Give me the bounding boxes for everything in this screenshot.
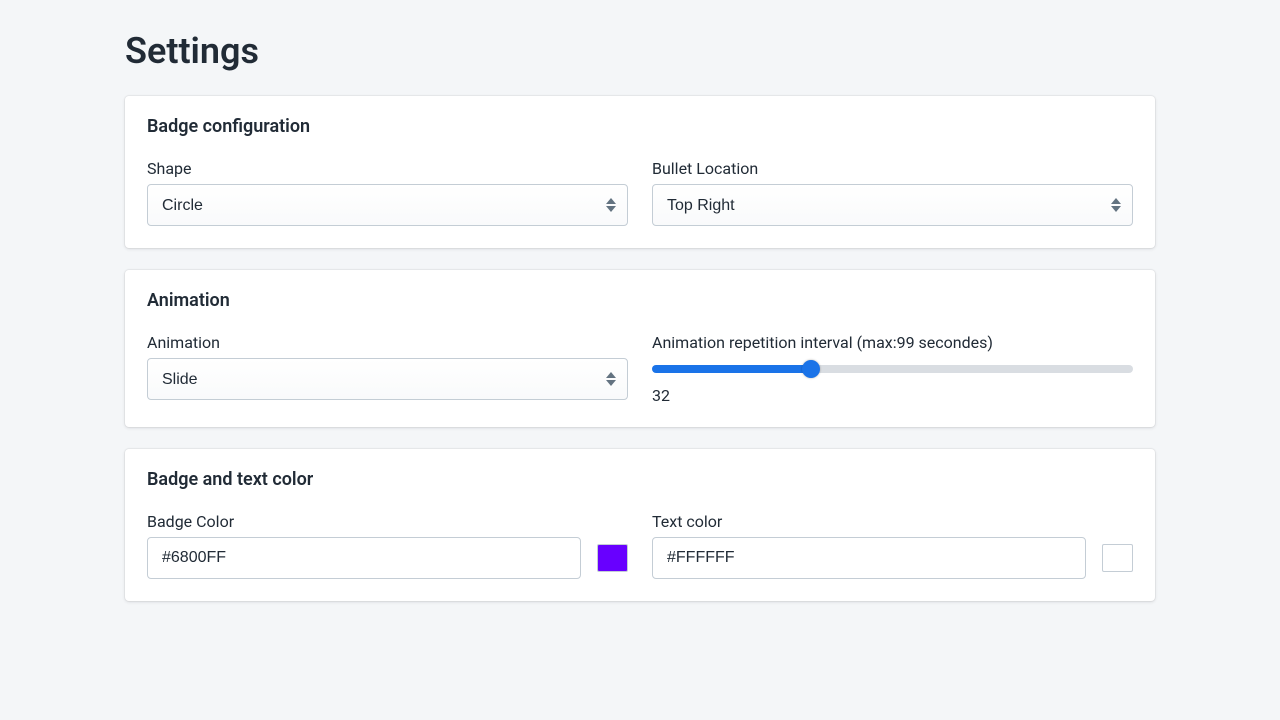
animation-heading: Animation [147, 290, 1133, 311]
animation-card: Animation Animation Slide Animation repe… [125, 270, 1155, 427]
badge-config-heading: Badge configuration [147, 116, 1133, 137]
colors-heading: Badge and text color [147, 469, 1133, 490]
badge-color-input[interactable] [147, 537, 581, 579]
shape-select[interactable]: Circle [147, 184, 628, 226]
interval-label: Animation repetition interval (max:99 se… [652, 333, 1133, 352]
text-color-swatch[interactable] [1102, 544, 1133, 572]
text-color-input[interactable] [652, 537, 1086, 579]
animation-label: Animation [147, 333, 628, 352]
shape-label: Shape [147, 159, 628, 178]
bullet-location-label: Bullet Location [652, 159, 1133, 178]
bullet-location-select[interactable]: Top Right [652, 184, 1133, 226]
colors-card: Badge and text color Badge Color Text co… [125, 449, 1155, 601]
badge-color-label: Badge Color [147, 512, 628, 531]
badge-configuration-card: Badge configuration Shape Circle Bullet … [125, 96, 1155, 248]
interval-value-text: 32 [652, 386, 1133, 405]
animation-select[interactable]: Slide [147, 358, 628, 400]
badge-color-swatch[interactable] [597, 544, 628, 572]
text-color-label: Text color [652, 512, 1133, 531]
interval-slider[interactable] [652, 364, 1133, 374]
page-title: Settings [125, 30, 1155, 72]
